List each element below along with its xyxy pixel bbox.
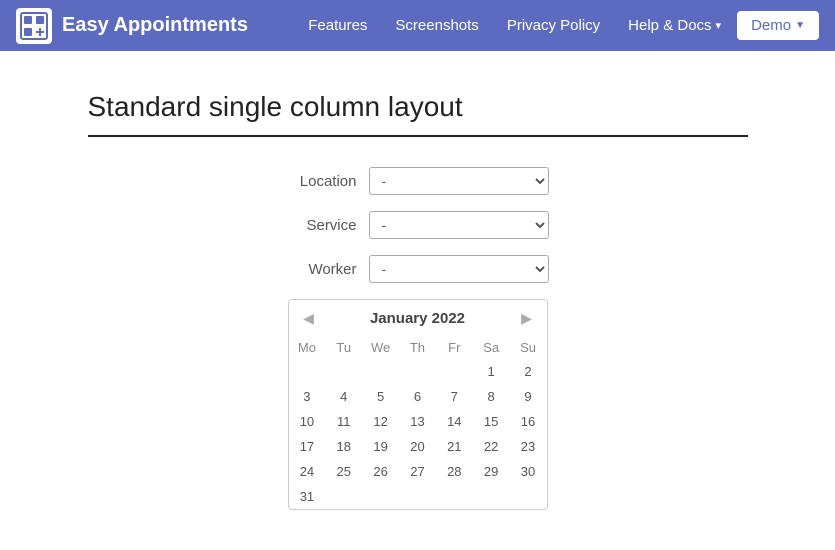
calendar-day	[473, 484, 510, 509]
service-row: Service -	[88, 211, 748, 239]
calendar-day[interactable]: 25	[325, 459, 362, 484]
nav-screenshots[interactable]: Screenshots	[383, 9, 490, 42]
calendar-day[interactable]: 11	[325, 409, 362, 434]
calendar-wrapper: ◀ January 2022 ▶ MoTuWeThFrSaSu 12345678…	[88, 299, 748, 510]
day-header-sa: Sa	[473, 336, 510, 359]
calendar-next-button[interactable]: ▶	[516, 308, 536, 328]
worker-row: Worker -	[88, 255, 748, 283]
calendar-day[interactable]: 16	[510, 409, 547, 434]
nav-links: Features Screenshots Privacy Policy Help…	[296, 9, 819, 42]
main-content: Standard single column layout Location -…	[68, 91, 768, 510]
demo-caret-icon: ▼	[795, 20, 805, 31]
calendar-week-row: 24252627282930	[289, 459, 547, 484]
calendar-day	[325, 359, 362, 384]
location-select[interactable]: -	[369, 167, 549, 195]
calendar-week-row: 10111213141516	[289, 409, 547, 434]
calendar-day[interactable]: 6	[399, 384, 436, 409]
calendar-day	[399, 484, 436, 509]
calendar-day	[362, 359, 399, 384]
calendar-grid: MoTuWeThFrSaSu 1234567891011121314151617…	[289, 336, 547, 509]
day-header-fr: Fr	[436, 336, 473, 359]
calendar-day[interactable]: 2	[510, 359, 547, 384]
day-header-mo: Mo	[289, 336, 326, 359]
calendar-day[interactable]: 13	[399, 409, 436, 434]
worker-label: Worker	[287, 261, 357, 278]
calendar-day[interactable]: 24	[289, 459, 326, 484]
calendar-day	[436, 359, 473, 384]
calendar-title: January 2022	[370, 310, 465, 327]
calendar-day	[362, 484, 399, 509]
divider	[88, 135, 748, 137]
chevron-right-icon: ▶	[521, 310, 532, 327]
day-header-tu: Tu	[325, 336, 362, 359]
brand-icon	[16, 8, 52, 44]
calendar-week-row: 31	[289, 484, 547, 509]
calendar-day[interactable]: 19	[362, 434, 399, 459]
calendar-day[interactable]: 5	[362, 384, 399, 409]
calendar-day[interactable]: 18	[325, 434, 362, 459]
brand-text: Easy Appointments	[62, 14, 248, 37]
calendar-day[interactable]: 14	[436, 409, 473, 434]
calendar-day	[399, 359, 436, 384]
calendar-day[interactable]: 22	[473, 434, 510, 459]
nav-privacy-policy[interactable]: Privacy Policy	[495, 9, 612, 42]
calendar-week-row: 3456789	[289, 384, 547, 409]
calendar-day	[510, 484, 547, 509]
calendar-day[interactable]: 12	[362, 409, 399, 434]
calendar-day[interactable]: 15	[473, 409, 510, 434]
calendar-day[interactable]: 1	[473, 359, 510, 384]
calendar-week-row: 12	[289, 359, 547, 384]
calendar-header: ◀ January 2022 ▶	[289, 300, 547, 336]
location-row: Location -	[88, 167, 748, 195]
calendar-day[interactable]: 26	[362, 459, 399, 484]
calendar-day[interactable]: 17	[289, 434, 326, 459]
day-header-su: Su	[510, 336, 547, 359]
worker-select[interactable]: -	[369, 255, 549, 283]
calendar-day[interactable]: 31	[289, 484, 326, 509]
calendar-day[interactable]: 27	[399, 459, 436, 484]
page-title: Standard single column layout	[88, 91, 748, 123]
day-header-th: Th	[399, 336, 436, 359]
nav-help-docs[interactable]: Help & Docs ▾	[616, 9, 733, 42]
calendar-day[interactable]: 9	[510, 384, 547, 409]
calendar-day[interactable]: 21	[436, 434, 473, 459]
chevron-left-icon: ◀	[303, 310, 314, 327]
calendar-day[interactable]: 4	[325, 384, 362, 409]
calendar-day[interactable]: 23	[510, 434, 547, 459]
service-select[interactable]: -	[369, 211, 549, 239]
calendar-day[interactable]: 10	[289, 409, 326, 434]
chevron-down-icon: ▾	[716, 19, 722, 32]
calendar-day	[436, 484, 473, 509]
calendar-day[interactable]: 3	[289, 384, 326, 409]
calendar-day[interactable]: 29	[473, 459, 510, 484]
calendar-day[interactable]: 20	[399, 434, 436, 459]
calendar-day[interactable]: 8	[473, 384, 510, 409]
location-label: Location	[287, 173, 357, 190]
demo-button[interactable]: Demo ▼	[737, 11, 819, 40]
calendar-day[interactable]: 28	[436, 459, 473, 484]
calendar-week-row: 17181920212223	[289, 434, 547, 459]
day-header-we: We	[362, 336, 399, 359]
calendar-day	[289, 359, 326, 384]
calendar-day[interactable]: 30	[510, 459, 547, 484]
calendar: ◀ January 2022 ▶ MoTuWeThFrSaSu 12345678…	[288, 299, 548, 510]
navbar: Easy Appointments Features Screenshots P…	[0, 0, 835, 51]
brand-link[interactable]: Easy Appointments	[16, 8, 248, 44]
nav-features[interactable]: Features	[296, 9, 379, 42]
calendar-day-headers: MoTuWeThFrSaSu	[289, 336, 547, 359]
calendar-prev-button[interactable]: ◀	[299, 308, 319, 328]
calendar-day[interactable]: 7	[436, 384, 473, 409]
calendar-body: 1234567891011121314151617181920212223242…	[289, 359, 547, 509]
calendar-day	[325, 484, 362, 509]
service-label: Service	[287, 217, 357, 234]
